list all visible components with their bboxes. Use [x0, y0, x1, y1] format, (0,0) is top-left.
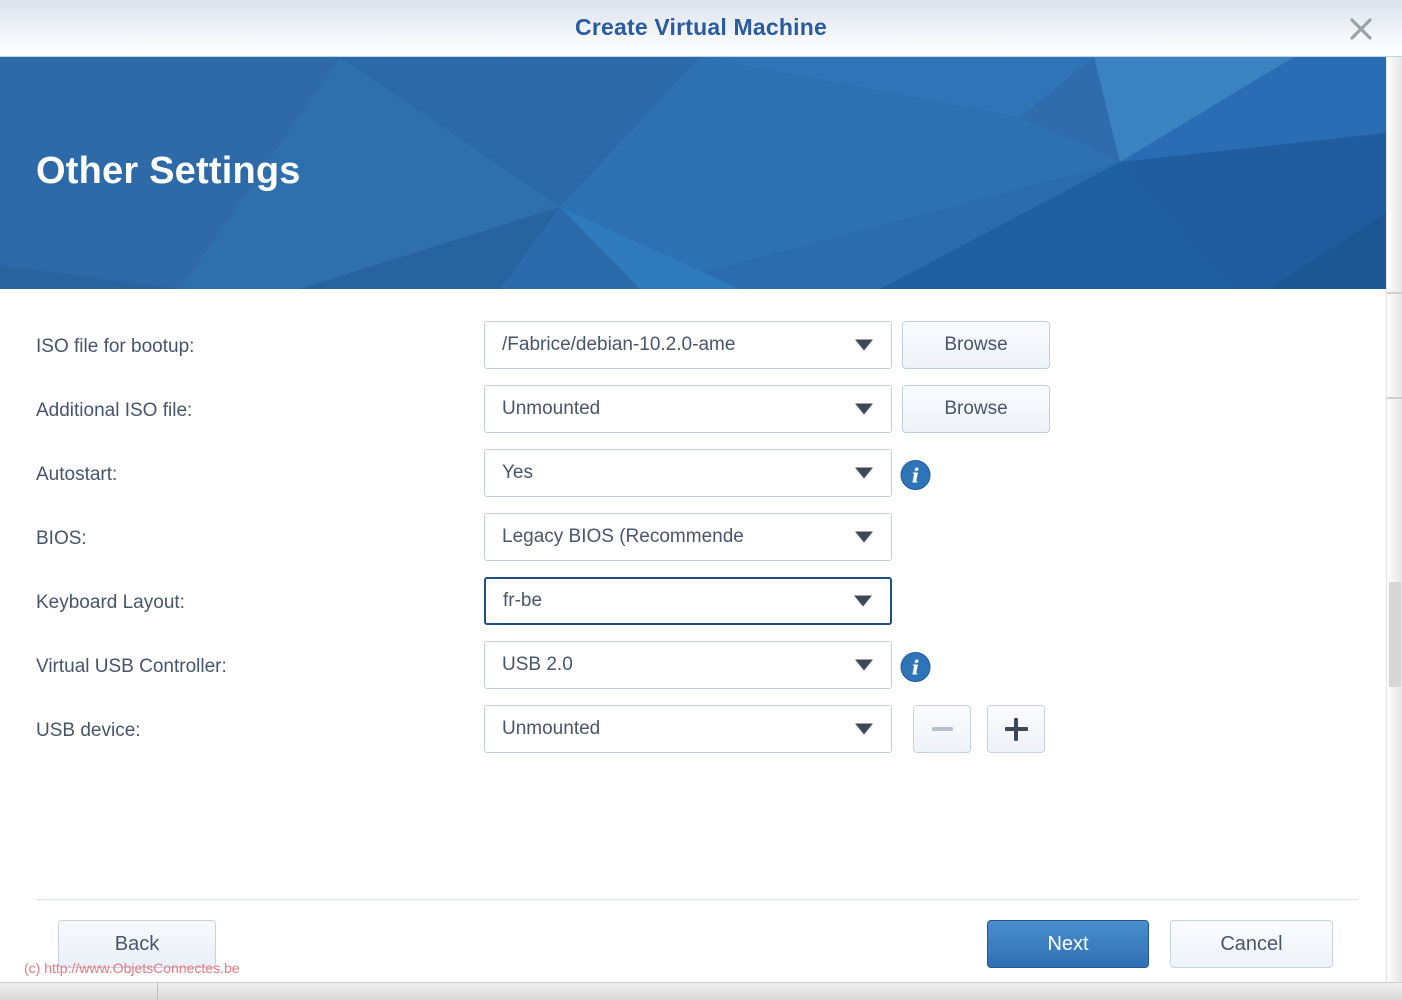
select-autostart[interactable]: Yes: [484, 449, 892, 497]
desktop-taskbar: [0, 982, 1402, 1000]
select-usb-device[interactable]: Unmounted: [484, 705, 892, 753]
chevron-down-icon: [854, 595, 872, 607]
add-usb-device-button[interactable]: [987, 705, 1045, 753]
info-icon-autostart[interactable]: i: [900, 460, 931, 491]
select-additional-iso-file[interactable]: Unmounted: [484, 385, 892, 433]
chevron-down-icon: [855, 403, 873, 415]
chevron-down-icon: [855, 531, 873, 543]
chevron-down-icon: [855, 659, 873, 671]
close-icon[interactable]: [1340, 8, 1382, 50]
label-autostart: Autostart:: [36, 464, 118, 485]
row-autostart: Autostart: Yes i: [0, 449, 1394, 501]
dialog-banner: Other Settings: [0, 57, 1394, 289]
scrollbar-thumb[interactable]: [1389, 582, 1401, 687]
svg-text:i: i: [912, 656, 920, 680]
vertical-scrollbar[interactable]: [1386, 57, 1402, 984]
select-bios[interactable]: Legacy BIOS (Recommendе: [484, 513, 892, 561]
label-usb-device: USB device:: [36, 720, 141, 741]
label-iso-file-for-bootup: ISO file for bootup:: [36, 336, 195, 357]
scrollbar-notch-bottom: [1387, 397, 1402, 399]
dialog-titlebar: Create Virtual Machine: [0, 0, 1402, 57]
label-additional-iso-file: Additional ISO file:: [36, 400, 193, 421]
label-virtual-usb-controller: Virtual USB Controller:: [36, 656, 227, 677]
browse-button-additional-iso[interactable]: Browse: [902, 385, 1050, 433]
svg-text:i: i: [912, 464, 920, 488]
select-value-keyboard-layout: fr-be: [503, 590, 543, 611]
row-keyboard-layout: Keyboard Layout: fr-be: [0, 577, 1394, 629]
row-usb-device: USB device: Unmounted: [0, 705, 1394, 757]
select-iso-file-for-bootup[interactable]: /Fabrice/debian-10.2.0-amе: [484, 321, 892, 369]
minus-icon: [931, 727, 953, 731]
chevron-down-icon: [855, 339, 873, 351]
label-bios: BIOS:: [36, 528, 87, 549]
select-value-iso-file-for-bootup: /Fabrice/debian-10.2.0-amе: [502, 334, 736, 355]
info-icon-virtual-usb-controller[interactable]: i: [900, 652, 931, 683]
chevron-down-icon: [855, 723, 873, 735]
select-value-autostart: Yes: [502, 462, 533, 483]
chevron-down-icon: [855, 467, 873, 479]
dialog-title: Create Virtual Machine: [575, 14, 827, 40]
next-button[interactable]: Next: [987, 920, 1149, 968]
select-value-additional-iso-file: Unmounted: [502, 398, 601, 419]
select-virtual-usb-controller[interactable]: USB 2.0: [484, 641, 892, 689]
browse-button-iso-file[interactable]: Browse: [902, 321, 1050, 369]
banner-heading: Other Settings: [36, 150, 301, 192]
select-value-bios: Legacy BIOS (Recommendе: [502, 526, 744, 547]
row-iso-file-for-bootup: ISO file for bootup: /Fabrice/debian-10.…: [0, 321, 1394, 373]
settings-form: ISO file for bootup: /Fabrice/debian-10.…: [0, 289, 1394, 889]
create-virtual-machine-dialog: Create Virtual Machine Other Settings IS…: [0, 0, 1402, 1000]
watermark-text: (c) http://www.ObjetsConnectes.be: [24, 960, 240, 976]
select-keyboard-layout[interactable]: fr-be: [484, 577, 892, 625]
cancel-button[interactable]: Cancel: [1170, 920, 1333, 968]
label-keyboard-layout: Keyboard Layout:: [36, 592, 185, 613]
row-bios: BIOS: Legacy BIOS (Recommendе: [0, 513, 1394, 565]
plus-icon: [1004, 717, 1028, 741]
taskbar-divider: [157, 983, 158, 1000]
remove-usb-device-button[interactable]: [913, 705, 971, 753]
row-virtual-usb-controller: Virtual USB Controller: USB 2.0 i: [0, 641, 1394, 693]
select-value-virtual-usb-controller: USB 2.0: [502, 654, 573, 675]
select-value-usb-device: Unmounted: [502, 718, 601, 739]
scrollbar-notch-top: [1387, 292, 1402, 294]
row-additional-iso-file: Additional ISO file: Unmounted Browse: [0, 385, 1394, 437]
